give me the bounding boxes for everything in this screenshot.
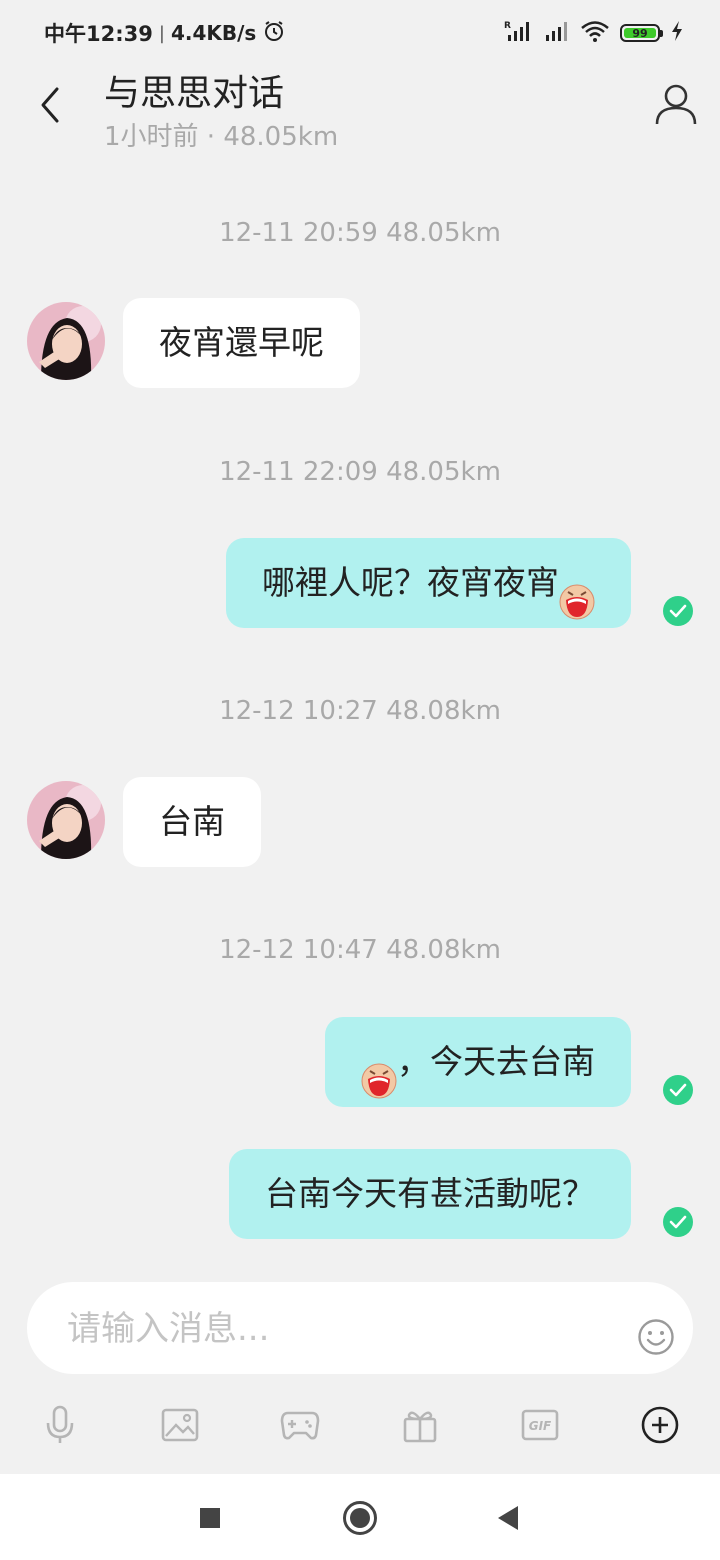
- status-separator: |: [158, 22, 165, 44]
- gif-button[interactable]: GIF: [510, 1392, 570, 1458]
- message-composer: [27, 1282, 693, 1376]
- square-icon: [200, 1508, 220, 1528]
- read-check-icon: [663, 1075, 693, 1105]
- wifi-icon: [580, 20, 610, 46]
- back-button[interactable]: [26, 80, 76, 130]
- status-time: 中午12:39: [44, 22, 153, 46]
- gift-icon: [403, 1411, 437, 1443]
- read-check-icon: [663, 596, 693, 626]
- gif-label: GIF: [529, 1419, 552, 1433]
- user-icon: [655, 84, 697, 125]
- network-speed: 4.4KB/s: [170, 21, 257, 45]
- message-text: 夜宵還早呢: [159, 323, 324, 362]
- status-left: 中午12:39 | 4.4KB/s: [44, 18, 286, 48]
- image-button[interactable]: [150, 1392, 210, 1458]
- system-navigation-bar: [0, 1474, 720, 1560]
- avatar[interactable]: [27, 781, 105, 859]
- svg-text:R: R: [504, 21, 511, 31]
- alarm-icon: [262, 19, 286, 48]
- message-bubble-outgoing[interactable]: 哪裡人呢？夜宵夜宵: [226, 538, 631, 628]
- image-icon: [161, 1408, 199, 1442]
- message-timestamp: 12-12 10:47 48.08km: [219, 935, 501, 965]
- message-text: 哪裡人呢？夜宵夜宵: [262, 563, 559, 602]
- profile-button[interactable]: [654, 82, 698, 126]
- message-bubble-incoming[interactable]: 夜宵還早呢: [123, 298, 360, 388]
- message-bubble-incoming[interactable]: 台南: [123, 777, 261, 867]
- signal-icon: [542, 20, 570, 46]
- message-input[interactable]: [65, 1282, 629, 1376]
- composer-toolbar: GIF: [0, 1392, 720, 1458]
- message-text: ，今天去台南: [397, 1042, 595, 1081]
- battery-level: 99: [624, 28, 656, 39]
- home-button[interactable]: [338, 1496, 382, 1540]
- microphone-icon: [46, 1405, 74, 1443]
- voice-button[interactable]: [30, 1392, 90, 1458]
- chat-title: 与思思对话: [104, 73, 285, 114]
- triangle-back-icon: [498, 1506, 518, 1530]
- game-button[interactable]: [270, 1392, 330, 1458]
- more-button[interactable]: [630, 1392, 690, 1458]
- emoji-button[interactable]: [637, 1318, 675, 1356]
- read-check-icon: [663, 1207, 693, 1237]
- message-timestamp: 12-11 22:09 48.05km: [219, 457, 501, 487]
- message-text: 台南今天有甚活動呢？: [265, 1174, 595, 1213]
- chat-header: 与思思对话 1小时前 · 48.05km: [0, 60, 720, 170]
- message-text: 台南: [159, 802, 225, 841]
- gif-icon: GIF: [521, 1409, 559, 1441]
- charging-icon: [670, 20, 684, 46]
- laughing-emoji-icon: [559, 564, 595, 619]
- status-right: R 99: [504, 20, 684, 46]
- laughing-emoji-icon: [361, 1043, 397, 1098]
- gift-button[interactable]: [390, 1392, 450, 1458]
- message-bubble-outgoing[interactable]: 台南今天有甚活動呢？: [229, 1149, 631, 1239]
- game-controller-icon: [280, 1411, 320, 1440]
- chat-subtitle: 1小时前 · 48.05km: [104, 122, 339, 152]
- message-timestamp: 12-11 20:59 48.05km: [219, 218, 501, 248]
- status-bar: 中午12:39 | 4.4KB/s R 99: [0, 0, 720, 66]
- avatar[interactable]: [27, 302, 105, 380]
- chevron-left-icon: [41, 87, 59, 123]
- signal-icon: R: [504, 20, 532, 46]
- smiley-icon: [638, 1319, 674, 1355]
- message-timestamp: 12-12 10:27 48.08km: [219, 696, 501, 726]
- recents-button[interactable]: [188, 1496, 232, 1540]
- plus-circle-icon: [641, 1406, 679, 1444]
- battery-icon: 99: [620, 24, 663, 42]
- circle-icon: [343, 1501, 377, 1535]
- back-nav-button[interactable]: [486, 1496, 530, 1540]
- message-bubble-outgoing[interactable]: ，今天去台南: [325, 1017, 631, 1107]
